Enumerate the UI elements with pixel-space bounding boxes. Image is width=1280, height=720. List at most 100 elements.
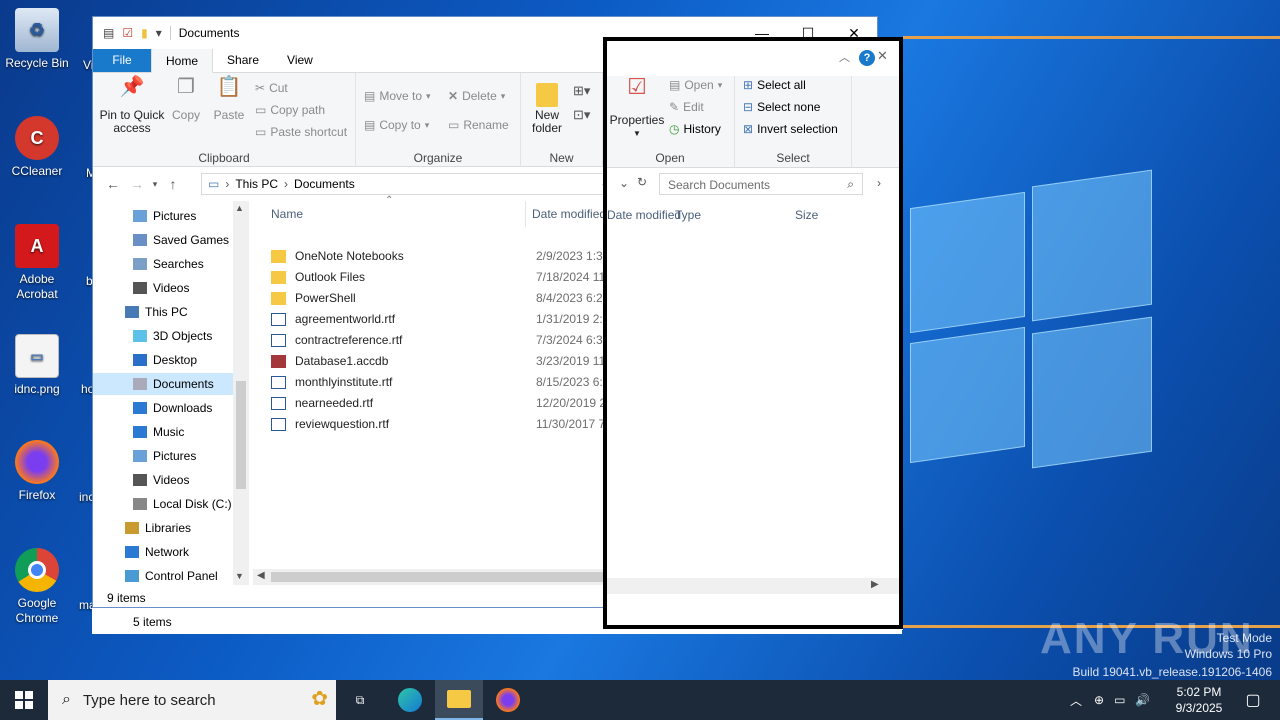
new-item-icon[interactable]: ⊞▾ [573,83,590,99]
scroll-left-icon[interactable]: ◀ [257,570,265,581]
up-button[interactable]: ↑ [161,176,185,192]
start-button[interactable] [0,680,48,720]
folder-icon [271,250,286,263]
nav-item[interactable]: Pictures [93,445,233,467]
clock-time: 5:02 PM [1176,685,1222,699]
firefox-icon [15,440,59,484]
customize-qa-chevron-icon[interactable]: ▾ [156,26,162,40]
paste-shortcut-button[interactable]: ▭ Paste shortcut [255,125,347,139]
nav-item[interactable]: Desktop [93,349,233,371]
nav-item[interactable]: Local Disk (C:) [93,493,233,515]
nav-vertical-scrollbar[interactable]: ▲ ▼ [233,201,249,585]
paste-label: Paste [213,108,245,122]
firefox-taskbar-button[interactable] [484,680,532,720]
forward-button[interactable]: → [125,176,149,192]
edge-taskbar-button[interactable] [386,680,434,720]
volume-icon[interactable]: 🔊 [1135,693,1150,707]
move-to-button[interactable]: ▤ Move to ▾ [364,89,431,103]
search-icon: ⌕ [62,691,71,708]
column-divider[interactable] [525,201,526,227]
nav-item[interactable]: Saved Games [93,229,233,251]
nav-item[interactable]: Videos [93,277,233,299]
nav-item-icon [125,306,139,318]
system-tray: ︿ ⊕ ▭ 🔊 [1070,680,1160,720]
back-button[interactable]: ← [101,176,125,192]
rename-icon: ▭ [448,118,460,132]
window-title: Documents [169,26,239,40]
network-icon[interactable]: ▭ [1114,693,1125,707]
tab-share[interactable]: Share [213,48,273,72]
rename-button[interactable]: ▭ Rename [448,118,509,132]
nav-item[interactable]: Music [93,421,233,443]
copy-path-label: Copy path [270,103,326,117]
desktop-icon-google-chrome[interactable]: Google Chrome [0,548,74,626]
easy-access-icon[interactable]: ⊡▾ [573,107,590,123]
windows-wallpaper-logo [900,169,1160,490]
desktop-icon-firefox[interactable]: Firefox [0,440,74,503]
desktop-icon-label: idnc.png [14,382,60,396]
scroll-up-icon[interactable]: ▲ [235,203,244,213]
clock[interactable]: 5:02 PM 9/3/2025 [1166,680,1232,720]
nav-item[interactable]: 3D Objects [93,325,233,347]
task-view-button[interactable]: ⧉ [336,680,384,720]
scrollbar-thumb[interactable] [236,381,246,489]
nav-item-label: Saved Games [153,233,230,247]
rtf-file-icon [271,313,286,326]
column-header-name[interactable]: Name [271,201,303,227]
copy-path-button[interactable]: ▭ Copy path [255,103,325,117]
nav-item-icon [133,234,147,246]
desktop-icon-idnc-png[interactable]: ▭ idnc.png [0,334,74,397]
desktop-icon-adobe-acrobat[interactable]: A Adobe Acrobat [0,224,74,302]
breadcrumb-this-pc[interactable]: This PC [235,177,278,191]
paste-button[interactable]: 📋 Paste [211,77,247,122]
network-app-icon[interactable]: ⊕ [1094,693,1104,707]
tab-file[interactable]: File [93,48,151,72]
taskbar-search-box[interactable]: ⌕ Type here to search ✿ [48,680,336,720]
address-bar[interactable]: ▭ › This PC › Documents ⌄ ↻ [201,173,637,195]
firefox-icon [496,688,520,712]
delete-button[interactable]: ✕ Delete ▾ [448,89,505,103]
nav-item-icon [133,210,147,222]
folder-properties-icon[interactable]: ▤ [103,26,114,40]
nav-item[interactable]: Documents [93,373,233,395]
recent-locations-chevron-icon[interactable]: ▾ [149,179,161,190]
nav-item[interactable]: This PC [93,301,233,323]
column-header-date[interactable]: Date modified [532,201,606,227]
checkmark-icon[interactable]: ☑ [122,26,133,40]
scroll-down-icon[interactable]: ▼ [235,571,244,581]
nav-item-label: Videos [153,281,190,295]
rtf-file-icon [271,397,286,410]
watermark-line-2: Windows 10 Pro [1184,647,1272,661]
desktop-icon-ccleaner[interactable]: C CCleaner [0,116,74,179]
copy-to-button[interactable]: ▤ Copy to ▾ [364,118,429,132]
rename-label: Rename [463,118,509,132]
nav-item[interactable]: Network [93,541,233,563]
nav-item-label: Downloads [153,401,213,415]
nav-item[interactable]: Videos [93,469,233,491]
breadcrumb-documents[interactable]: Documents [294,177,355,191]
organize-group-label: Organize [413,151,463,165]
desktop-icon-label: Firefox [18,488,56,502]
nav-item[interactable]: Libraries [93,517,233,539]
new-folder-button[interactable]: New folder [527,81,567,135]
pin-to-quick-access-button[interactable]: 📌 Pin to Quick access [99,77,165,135]
cut-button[interactable]: ✂ Cut [255,81,288,95]
nav-item[interactable]: Control Panel [93,565,233,585]
file-explorer-taskbar-button[interactable] [435,680,483,720]
nav-item[interactable]: Pictures [93,205,233,227]
nav-item[interactable]: Searches [93,253,233,275]
copy-button[interactable]: ❐ Copy [169,77,203,122]
status-item-count: 9 items [107,591,146,605]
breadcrumb-separator-icon: › [284,177,289,191]
desktop-icon-recycle-bin[interactable]: ♻ Recycle Bin [0,8,74,71]
task-view-icon: ⧉ [355,692,365,707]
navigation-pane: Pictures Saved Games Searches Videos This PC… [93,201,249,585]
nav-item-icon [125,522,139,534]
new-folder-qa-icon[interactable]: ▮ [141,26,148,40]
tab-home[interactable]: Home [151,48,214,73]
notifications-icon[interactable]: ▢ [1238,680,1268,720]
show-hidden-icons-chevron-icon[interactable]: ︿ [1070,692,1082,709]
tab-view[interactable]: View [273,48,327,72]
file-name: agreementworld.rtf [295,312,396,326]
nav-item[interactable]: Downloads [93,397,233,419]
